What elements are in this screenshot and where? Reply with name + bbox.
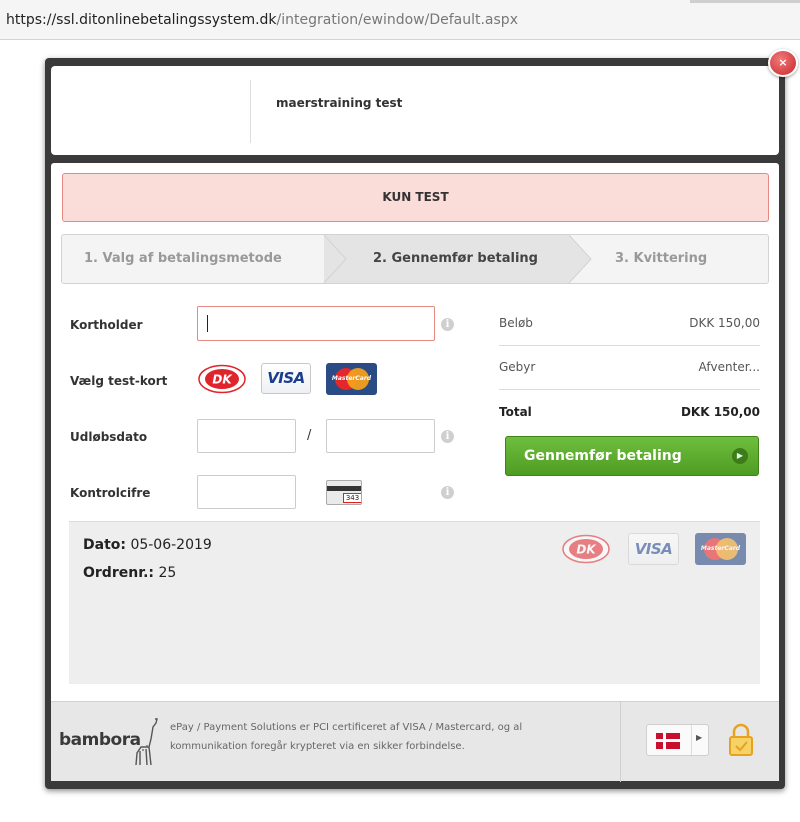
dankort-logo: DK	[562, 534, 610, 564]
mastercard-card-button[interactable]: MasterCard	[326, 363, 377, 395]
order-number: Ordrenr.: 25	[83, 565, 176, 581]
dankort-text: DK	[576, 543, 597, 557]
expiry-year-input[interactable]	[326, 419, 435, 453]
test-mode-banner: KUN TEST	[62, 173, 769, 222]
cvc-sample: 343	[343, 493, 361, 503]
visa-text: VISA	[267, 369, 305, 387]
expiry-label: Udløbsdato	[70, 430, 148, 444]
cardholder-label: Kortholder	[70, 318, 143, 332]
fee-value: Afventer...	[698, 360, 760, 374]
url-text[interactable]: https://ssl.ditonlinebetalingssystem.dk/…	[6, 11, 518, 29]
info-icon[interactable]: i	[441, 318, 454, 331]
card-magstripe	[327, 486, 361, 491]
close-button[interactable]: ×	[768, 49, 798, 77]
security-notice: ePay / Payment Solutions er PCI certific…	[170, 722, 523, 752]
giraffe-icon	[135, 718, 158, 766]
date-label: Dato:	[83, 537, 126, 553]
summary-divider	[499, 345, 760, 346]
test-card-label: Vælg test-kort	[70, 374, 168, 388]
info-icon[interactable]: i	[441, 430, 454, 443]
order-label: Ordrenr.:	[83, 565, 155, 581]
total-value: DKK 150,00	[680, 405, 760, 419]
mastercard-text: MasterCard	[700, 545, 741, 552]
url-path: /integration/ewindow/Default.aspx	[276, 12, 518, 28]
mastercard-text: MasterCard	[331, 375, 372, 382]
date-value: 05-06-2019	[130, 537, 212, 553]
amount-row: Beløb DKK 150,00	[499, 316, 760, 330]
visa-text: VISA	[634, 540, 673, 558]
complete-payment-button[interactable]: Gennemfør betaling ▶	[505, 436, 759, 476]
total-label: Total	[499, 405, 532, 419]
mastercard-logo: MasterCard	[695, 533, 746, 565]
total-row: Total DKK 150,00	[499, 405, 760, 419]
order-date: Dato: 05-06-2019	[83, 537, 212, 553]
step-payment-method[interactable]: 1. Valg af betalingsmetode	[84, 235, 282, 283]
visa-logo: VISA	[628, 533, 679, 565]
cvc-label: Kontrolcifre	[70, 486, 151, 500]
merchant-header: maerstraining test	[51, 66, 779, 155]
fee-row: Gebyr Afventer...	[499, 360, 760, 374]
bambora-logo: bambora	[59, 730, 141, 750]
order-value: 25	[158, 565, 177, 581]
dankort-text: DK	[212, 373, 233, 387]
chevron-right-icon: ▶	[696, 733, 703, 742]
danish-flag-icon	[656, 733, 680, 749]
dankort-card-button[interactable]: DK	[198, 364, 246, 394]
summary-divider	[499, 389, 760, 390]
cvc-card-icon: 343	[326, 480, 362, 505]
arrow-right-icon: ▶	[732, 448, 748, 464]
merchant-name: maerstraining test	[276, 96, 403, 110]
browser-url-bar[interactable]: https://ssl.ditonlinebetalingssystem.dk/…	[0, 0, 800, 40]
visa-card-button[interactable]: VISA	[261, 363, 311, 394]
header-divider	[250, 80, 251, 143]
amount-label: Beløb	[499, 316, 533, 330]
expiry-month-input[interactable]	[197, 419, 296, 453]
language-selector[interactable]: ▶	[646, 724, 709, 756]
cardholder-input[interactable]	[197, 306, 435, 341]
progress-steps: 1. Valg af betalingsmetode 2. Gennemfør …	[61, 234, 769, 284]
step-receipt: 3. Kvittering	[615, 251, 708, 266]
expiry-separator: /	[307, 428, 312, 443]
amount-value: DKK 150,00	[689, 316, 760, 330]
fee-label: Gebyr	[499, 360, 536, 374]
lock-icon	[729, 723, 753, 756]
close-icon: ×	[778, 56, 788, 69]
text-caret	[207, 315, 208, 332]
info-icon[interactable]: i	[441, 486, 454, 499]
complete-payment-label: Gennemfør betaling	[524, 448, 682, 464]
cvc-input[interactable]	[197, 475, 296, 509]
url-host: https://ssl.ditonlinebetalingssystem.dk	[6, 12, 277, 28]
step-complete-payment: 2. Gennemfør betaling	[373, 251, 538, 266]
footer-divider	[620, 702, 621, 782]
window-edge	[690, 0, 800, 3]
